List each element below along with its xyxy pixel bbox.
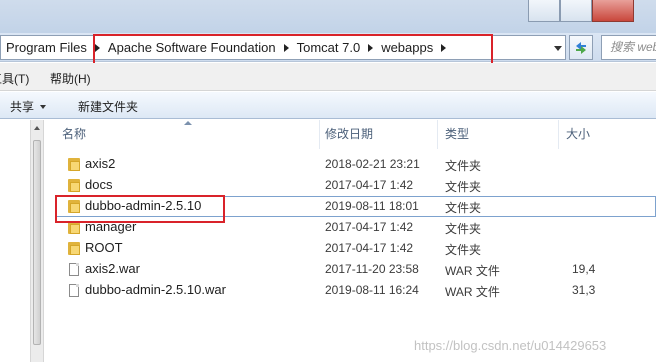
command-toolbar: 共享 新建文件夹 [0, 92, 656, 119]
file-size: 31,3 [572, 283, 596, 297]
address-highlight-box [93, 34, 493, 66]
breadcrumb-program-files[interactable]: Program Files [6, 40, 87, 55]
column-name-label: 名称 [62, 127, 87, 141]
file-type: 文件夹 [445, 222, 482, 236]
sort-ascending-icon [184, 121, 192, 125]
file-icon [68, 284, 80, 297]
file-name: docs [85, 177, 113, 192]
file-modified: 2019-08-11 18:01 [325, 199, 419, 213]
file-type: 文件夹 [445, 180, 482, 194]
new-folder-button[interactable]: 新建文件夹 [78, 98, 138, 115]
list-item[interactable]: axis2.war 2017-11-20 23:58 WAR 文件 19,4 [55, 259, 656, 280]
file-type: 文件夹 [445, 243, 482, 257]
file-name: dubbo-admin-2.5.10.war [85, 282, 226, 297]
file-size: 19,4 [572, 262, 596, 276]
file-modified: 2018-02-21 23:21 [325, 157, 420, 171]
nav-scrollbar[interactable] [30, 120, 44, 362]
chevron-down-icon [40, 104, 47, 109]
file-modified: 2017-04-17 1:42 [325, 220, 414, 234]
file-modified: 2017-04-17 1:42 [325, 178, 414, 192]
folder-icon [68, 242, 80, 255]
search-input[interactable]: 搜索 web [601, 35, 656, 60]
list-item[interactable]: axis2 2018-02-21 23:21 文件夹 [55, 154, 656, 175]
file-name: axis2.war [85, 261, 140, 276]
menu-tools[interactable]: 工具(T) [0, 70, 29, 87]
column-header-type[interactable]: 类型 [438, 120, 559, 149]
menu-help[interactable]: 帮助(H) [50, 70, 91, 87]
scroll-up-icon[interactable] [34, 126, 40, 130]
file-name: axis2 [85, 156, 116, 171]
list-item[interactable]: ROOT 2017-04-17 1:42 文件夹 [55, 238, 656, 259]
file-type: 文件夹 [445, 159, 482, 173]
share-button[interactable]: 共享 [10, 98, 47, 115]
folder-icon [68, 158, 80, 171]
window-title-bar [0, 0, 656, 33]
file-type: WAR 文件 [445, 285, 500, 299]
file-list: axis2 2018-02-21 23:21 文件夹 docs 2017-04-… [55, 154, 656, 301]
column-type-label: 类型 [445, 127, 470, 141]
navigation-pane[interactable] [0, 120, 30, 362]
column-header-size[interactable]: 大小 [559, 120, 656, 149]
refresh-icon [576, 41, 586, 54]
list-item[interactable]: docs 2017-04-17 1:42 文件夹 [55, 175, 656, 196]
minimize-button[interactable] [528, 0, 560, 22]
file-type: 文件夹 [445, 201, 482, 215]
file-icon [68, 263, 80, 276]
folder-icon [68, 179, 80, 192]
file-modified: 2017-04-17 1:42 [325, 241, 414, 255]
file-modified: 2019-08-11 16:24 [325, 283, 419, 297]
share-label: 共享 [10, 100, 35, 114]
selected-row-highlight-box [55, 195, 225, 223]
file-name: ROOT [85, 240, 123, 255]
file-modified: 2017-11-20 23:58 [325, 262, 419, 276]
column-modified-label: 修改日期 [325, 127, 374, 141]
list-item[interactable]: dubbo-admin-2.5.10.war 2019-08-11 16:24 … [55, 280, 656, 301]
new-folder-label: 新建文件夹 [78, 100, 139, 114]
address-dropdown-icon[interactable] [554, 46, 562, 51]
column-size-label: 大小 [566, 127, 591, 141]
menu-bar: 工具(T) 帮助(H) [0, 63, 656, 91]
column-header-modified[interactable]: 修改日期 [318, 120, 438, 149]
scroll-thumb[interactable] [33, 140, 41, 345]
watermark-text: https://blog.csdn.net/u014429653 [414, 338, 607, 353]
file-type: WAR 文件 [445, 264, 500, 278]
close-button[interactable] [592, 0, 634, 22]
maximize-button[interactable] [560, 0, 592, 22]
refresh-button[interactable] [569, 35, 593, 60]
